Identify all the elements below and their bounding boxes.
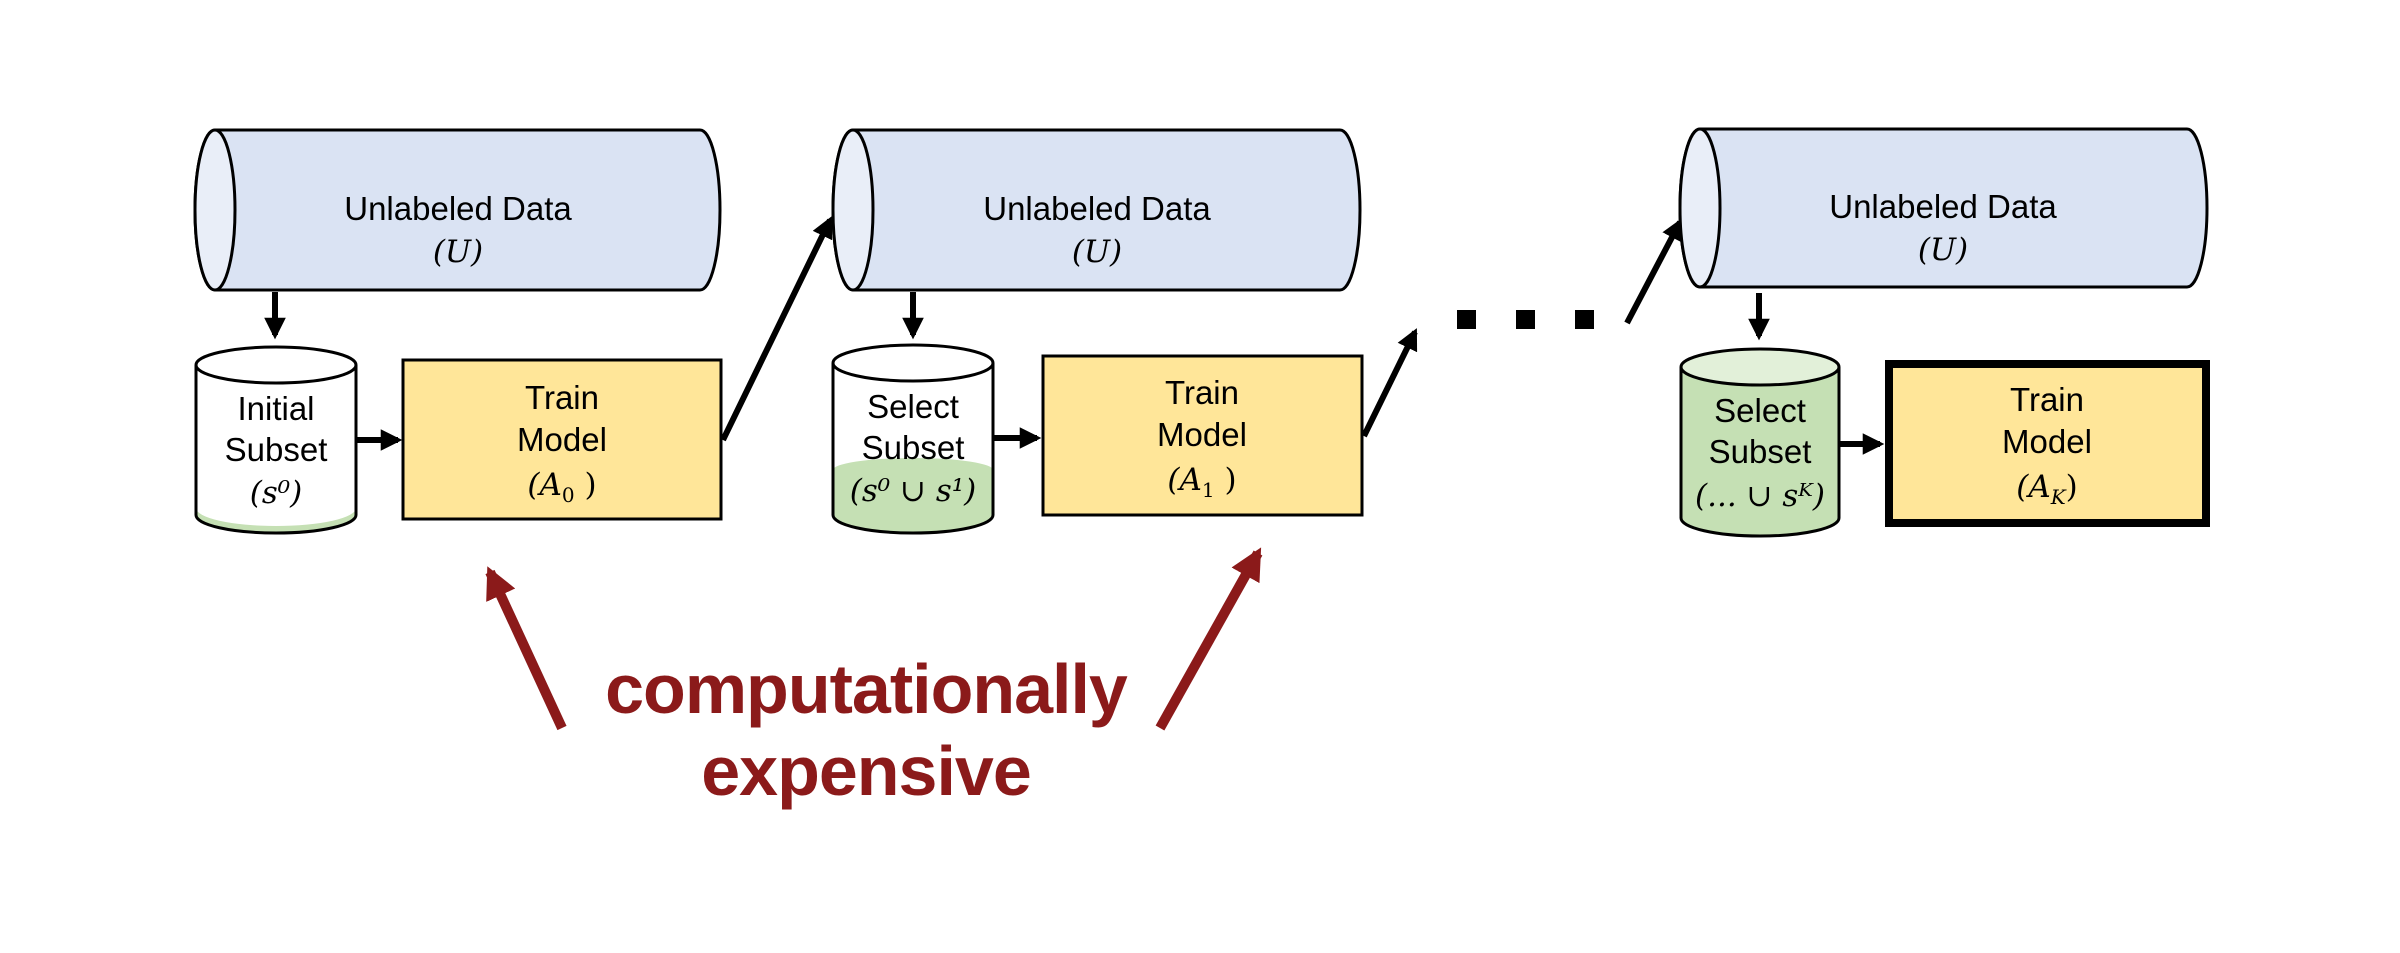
subset-cylinder-k: Select Subset (... ∪ sᴷ) xyxy=(1679,347,1841,538)
model-formula: (AK) xyxy=(2016,469,2078,509)
pool-label: Unlabeled Data xyxy=(983,190,1211,227)
train-model-box-1: Train Model (A1 ) xyxy=(1041,354,1364,517)
subset-line1: Initial xyxy=(237,390,314,427)
unlabeled-pool-1: Unlabeled Data (U) xyxy=(831,128,1362,292)
subset-formula: (s⁰ ∪ s¹) xyxy=(850,473,977,509)
pool-symbol: (U) xyxy=(1918,232,1968,268)
arrow-model-to-ellipsis xyxy=(1361,328,1418,438)
model-line1: Train xyxy=(525,379,599,416)
train-model-box-0: Train Model (A0 ) xyxy=(401,358,723,521)
subset-line1: Select xyxy=(867,388,959,425)
arrow-ellipsis-to-last-pool xyxy=(1624,218,1683,325)
stage-0: Unlabeled Data (U) Initial Subset (s⁰) T… xyxy=(193,128,833,535)
active-learning-diagram: Unlabeled Data (U) Initial Subset (s⁰) T… xyxy=(193,127,2210,810)
pool-label: Unlabeled Data xyxy=(1829,188,2057,225)
arrow-model-to-next-pool-0 xyxy=(720,216,833,442)
subset-line2: Subset xyxy=(1709,433,1812,470)
stage-1: Unlabeled Data (U) Select Subset (s⁰ ∪ s… xyxy=(831,128,1418,535)
subset-cylinder-0: Initial Subset (s⁰) xyxy=(194,345,358,535)
subset-line2: Subset xyxy=(862,429,965,466)
subset-formula: (... ∪ sᴷ) xyxy=(1695,478,1825,514)
unlabeled-pool-k: Unlabeled Data (U) xyxy=(1678,127,2209,289)
annotation-arrow-right xyxy=(1155,547,1263,731)
pool-symbol: (U) xyxy=(433,234,483,270)
stage-k: Unlabeled Data (U) Select Subset (... ∪ … xyxy=(1678,127,2210,538)
annotation-arrow-left xyxy=(485,566,567,731)
subset-cylinder-1: Select Subset (s⁰ ∪ s¹) xyxy=(831,343,995,535)
model-line1: Train xyxy=(1165,374,1239,411)
ellipsis-dots xyxy=(1457,310,1594,329)
ellipsis-dot xyxy=(1516,310,1535,329)
subset-line1: Select xyxy=(1714,392,1806,429)
model-line2: Model xyxy=(517,421,607,458)
pool-label: Unlabeled Data xyxy=(344,190,572,227)
unlabeled-pool-0: Unlabeled Data (U) xyxy=(193,128,722,292)
subset-formula: (s⁰) xyxy=(250,475,303,511)
model-line2: Model xyxy=(1157,416,1247,453)
annotation: computationally expensive xyxy=(485,547,1263,810)
ellipsis-dot xyxy=(1575,310,1594,329)
annotation-line2: expensive xyxy=(701,732,1031,810)
model-line2: Model xyxy=(2002,423,2092,460)
pool-symbol: (U) xyxy=(1072,234,1122,270)
model-line1: Train xyxy=(2010,381,2084,418)
train-model-box-k: Train Model (AK) xyxy=(1885,360,2210,527)
annotation-line1: computationally xyxy=(605,650,1128,728)
subset-line2: Subset xyxy=(225,431,328,468)
ellipsis-dot xyxy=(1457,310,1476,329)
